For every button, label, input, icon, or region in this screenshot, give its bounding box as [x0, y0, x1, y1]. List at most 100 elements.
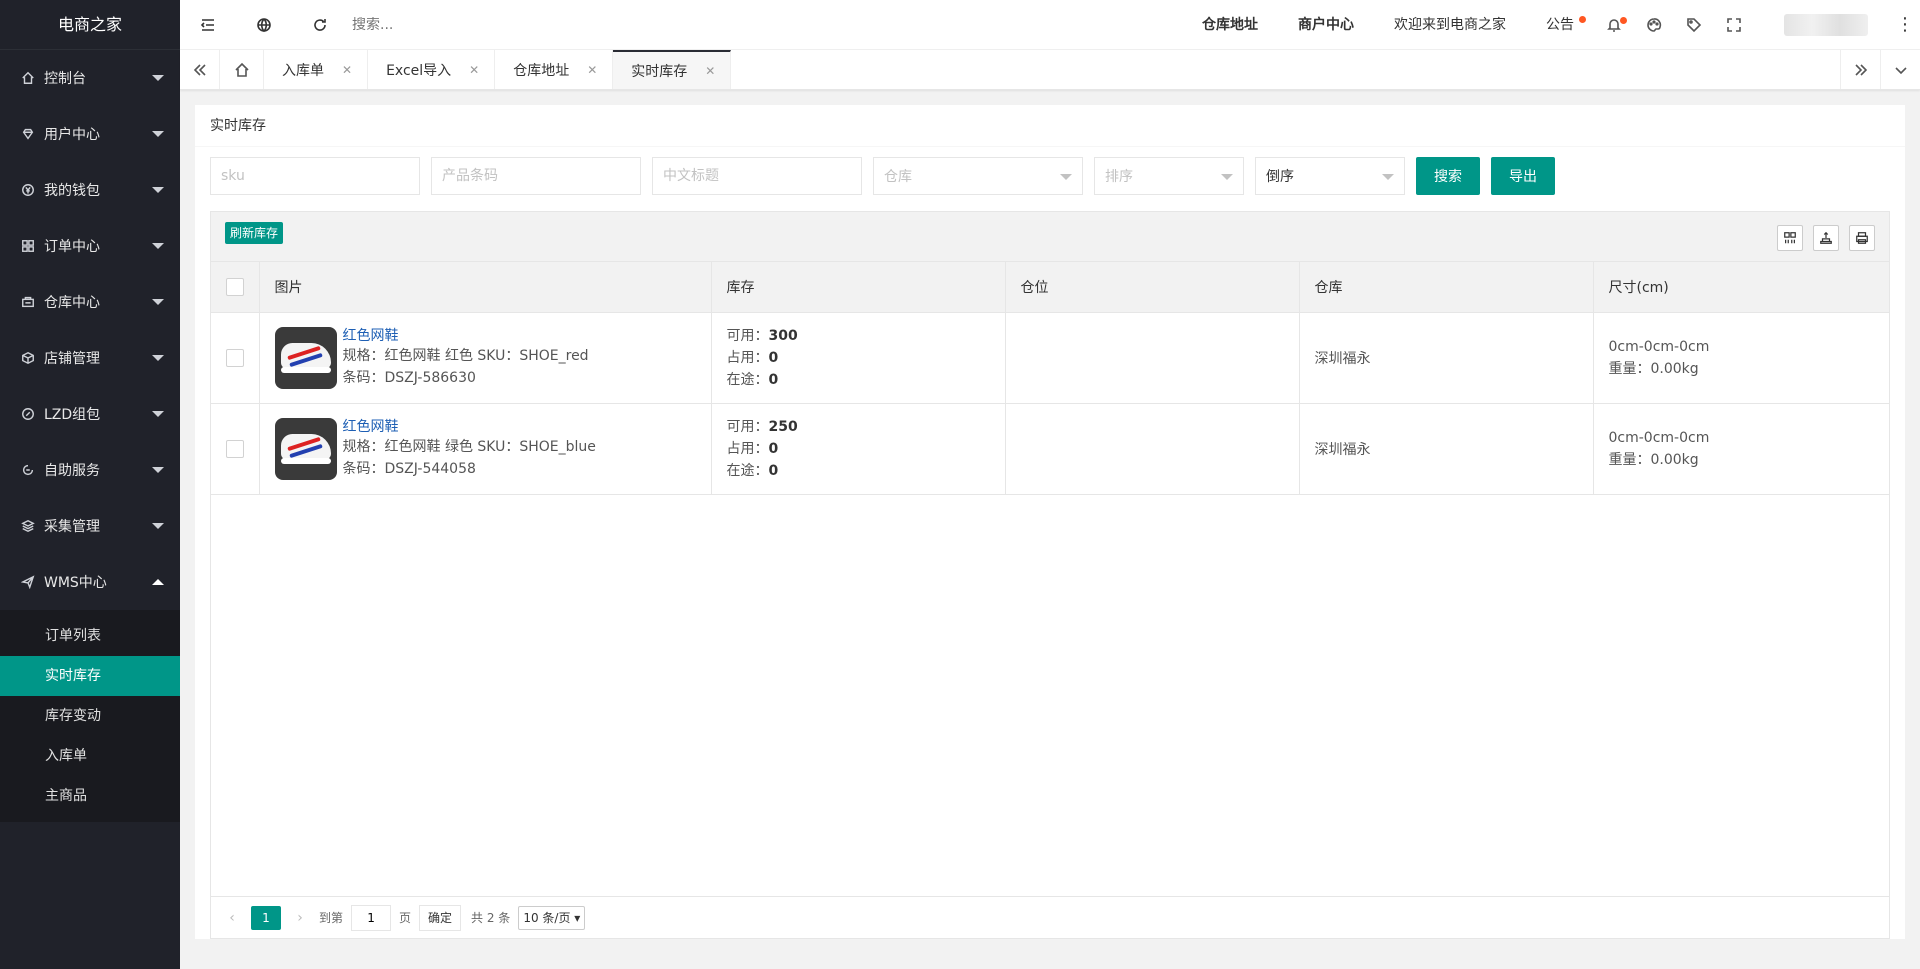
sidebar-item-warehouse[interactable]: 仓库中心	[0, 274, 180, 330]
goto-page-input[interactable]	[351, 904, 392, 931]
chevron-down-icon	[152, 411, 164, 417]
storage-icon	[20, 294, 36, 310]
header-link-warehouse-address[interactable]: 仓库地址	[1182, 0, 1278, 50]
close-icon[interactable]: ✕	[705, 64, 715, 78]
bell-button[interactable]	[1594, 0, 1634, 50]
stock-occupied: 占用：0	[727, 438, 1005, 460]
columns-filter-button[interactable]	[1777, 225, 1803, 251]
page-size-select[interactable]: 10 条/页 ▾	[518, 905, 586, 930]
header-link-merchant-center[interactable]: 商户中心	[1278, 0, 1374, 50]
sidebar-subitem-main-products[interactable]: 主商品	[0, 776, 180, 816]
product-spec: 规格：红色网鞋 红色 SKU：SHOE_red	[342, 347, 589, 364]
tab-label: 仓库地址	[513, 62, 570, 79]
tabs-scroll-right-button[interactable]	[1840, 50, 1880, 89]
close-icon[interactable]: ✕	[587, 63, 597, 77]
row-checkbox[interactable]	[226, 348, 244, 367]
product-name-link[interactable]: 红色网鞋	[343, 418, 596, 436]
tag-icon	[1687, 17, 1702, 32]
warehouse-select[interactable]: 仓库	[873, 157, 1083, 195]
double-chevron-left-icon	[193, 63, 206, 76]
user-avatar[interactable]	[1784, 13, 1868, 36]
menu-toggle-button[interactable]	[180, 0, 236, 50]
next-page-button[interactable]: ›	[293, 910, 307, 926]
tabs-menu-button[interactable]	[1880, 50, 1920, 89]
size-cell: 0cm-0cm-0cm 重量：0.00kg	[1593, 312, 1889, 404]
refresh-stock-button[interactable]: 刷新库存	[225, 222, 284, 244]
theme-button[interactable]	[1634, 0, 1674, 50]
sidebar-item-shops[interactable]: 店铺管理	[0, 330, 180, 386]
product-name-link[interactable]: 红色网鞋	[343, 327, 589, 345]
sidebar-subitem-order-list[interactable]: 订单列表	[0, 616, 180, 656]
stock-available: 可用：300	[727, 325, 1005, 347]
close-icon[interactable]: ✕	[342, 63, 352, 77]
refresh-button[interactable]	[292, 0, 348, 50]
stock-transit: 在途：0	[727, 460, 1005, 482]
chevron-down-icon	[152, 243, 164, 249]
sku-input[interactable]	[210, 157, 420, 195]
sidebar-item-collect[interactable]: 采集管理	[0, 498, 180, 554]
sidebar-item-self-service[interactable]: 自助服务	[0, 442, 180, 498]
tag-button[interactable]	[1674, 0, 1714, 50]
send-icon	[20, 574, 36, 590]
app-logo[interactable]: 电商之家	[0, 0, 180, 50]
export-button[interactable]: 导出	[1491, 157, 1555, 195]
website-button[interactable]	[236, 0, 292, 50]
warehouse-cell: 深圳福永	[1299, 312, 1594, 404]
print-icon	[1856, 232, 1868, 244]
header-announcement[interactable]: 公告	[1526, 0, 1594, 50]
print-button[interactable]	[1849, 225, 1875, 251]
header-search-input[interactable]	[352, 16, 552, 33]
stock-label: 占用：	[726, 440, 769, 457]
column-header: 仓库	[1299, 262, 1594, 313]
stock-label: 在途：	[726, 462, 769, 479]
export-icon	[1820, 231, 1832, 244]
goto-confirm-button[interactable]: 确定	[419, 904, 462, 931]
stock-label: 可用：	[726, 327, 769, 344]
location-cell	[1005, 312, 1300, 404]
sidebar-item-label: 店铺管理	[44, 351, 100, 367]
home-icon	[234, 62, 249, 77]
table-row: 红色网鞋 规格：红色网鞋 红色 SKU：SHOE_red 条码：DSZJ-586…	[211, 312, 1889, 404]
sidebar-subitem-stock-changes[interactable]: 库存变动	[0, 696, 180, 736]
sidebar-item-label: LZD组包	[44, 407, 101, 423]
tab-warehouse-address[interactable]: 仓库地址 ✕	[495, 50, 614, 89]
tabs-scroll-left-button[interactable]	[180, 50, 220, 89]
sidebar-subitem-realtime-stock[interactable]: 实时库存	[0, 656, 180, 696]
fullscreen-button[interactable]	[1714, 0, 1754, 50]
page-title: 实时库存	[195, 105, 1905, 147]
sidebar-item-label: WMS中心	[44, 575, 107, 591]
tab-excel-import[interactable]: Excel导入 ✕	[368, 50, 496, 89]
tab-home[interactable]	[220, 50, 264, 89]
stock-value: 0	[768, 462, 779, 479]
size-value: 0cm-0cm-0cm	[1608, 338, 1710, 355]
more-menu-button[interactable]: ⋮	[1890, 14, 1920, 35]
close-icon[interactable]: ✕	[469, 63, 479, 77]
page-unit-label: 页	[399, 911, 412, 925]
tab-inbound[interactable]: 入库单 ✕	[264, 50, 369, 89]
double-chevron-right-icon	[1854, 63, 1867, 76]
layers-icon	[20, 518, 36, 534]
select-placeholder: 仓库	[884, 169, 912, 185]
order-select[interactable]: 倒序	[1255, 157, 1405, 195]
chevron-down-icon	[152, 299, 164, 305]
product-cell: 红色网鞋 规格：红色网鞋 红色 SKU：SHOE_red 条码：DSZJ-586…	[259, 312, 712, 404]
prev-page-button[interactable]: ‹	[225, 910, 239, 926]
sidebar-item-wms[interactable]: WMS中心	[0, 554, 180, 610]
tab-realtime-stock[interactable]: 实时库存 ✕	[613, 50, 732, 89]
sidebar-item-console[interactable]: 控制台	[0, 50, 180, 106]
sidebar-item-users[interactable]: 用户中心	[0, 106, 180, 162]
select-all-cell	[211, 262, 260, 313]
title-input[interactable]	[652, 157, 862, 195]
sort-select[interactable]: 排序	[1094, 157, 1244, 195]
chevron-down-icon	[152, 131, 164, 137]
page-number-current[interactable]: 1	[251, 905, 281, 930]
search-button[interactable]: 搜索	[1416, 157, 1480, 195]
export-table-button[interactable]	[1813, 225, 1839, 251]
sidebar-item-orders[interactable]: 订单中心	[0, 218, 180, 274]
sidebar-subitem-inbound[interactable]: 入库单	[0, 736, 180, 776]
sidebar-item-lzd[interactable]: LZD组包	[0, 386, 180, 442]
sidebar-item-wallet[interactable]: 我的钱包	[0, 162, 180, 218]
barcode-input[interactable]	[431, 157, 641, 195]
select-all-checkbox[interactable]	[226, 277, 244, 296]
row-checkbox[interactable]	[226, 439, 244, 458]
